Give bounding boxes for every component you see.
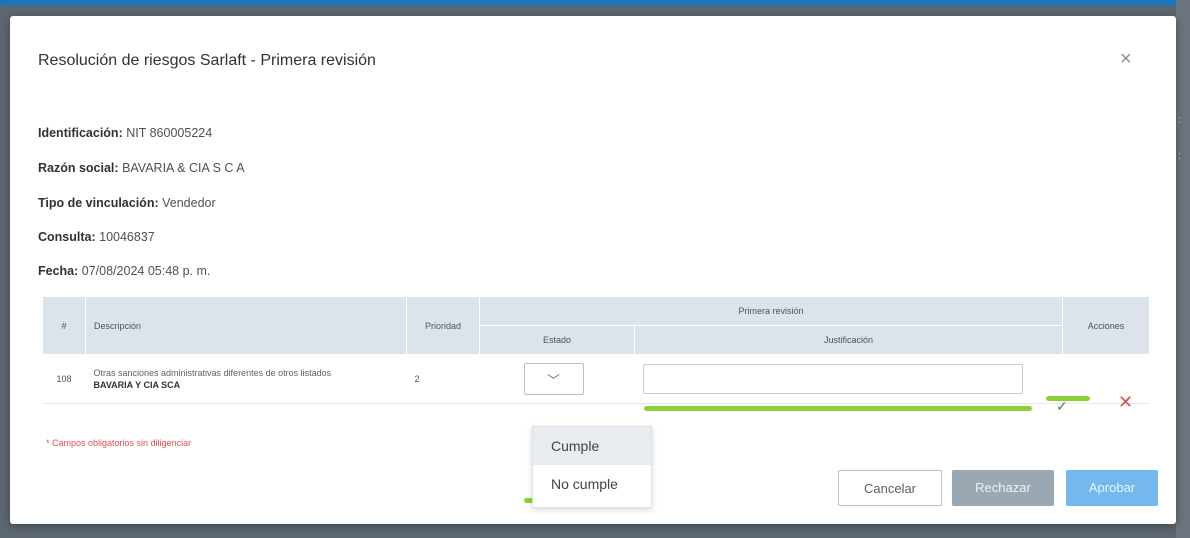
required-fields-note: * Campos obligatorios sin diligenciar — [46, 438, 192, 448]
info-label: Razón social: — [38, 161, 119, 175]
highlight-underline — [1046, 396, 1090, 401]
row-descripcion: Otras sanciones administrativas diferent… — [85, 354, 407, 404]
col-header-prioridad: Prioridad — [406, 296, 480, 355]
col-header-justificacion: Justificación — [634, 325, 1063, 355]
info-label: Fecha: — [38, 264, 79, 278]
col-header-estado: Estado — [479, 325, 635, 355]
window-top-border — [0, 0, 1190, 6]
row-num: 108 — [42, 354, 86, 404]
background-fragment: : — [1178, 150, 1182, 162]
background-page-edge: : : — [1176, 0, 1190, 538]
col-header-descripcion: Descripción — [85, 296, 407, 355]
background-fragment: : — [1178, 114, 1182, 126]
modal-title: Resolución de riesgos Sarlaft - Primera … — [38, 52, 376, 69]
dropdown-option-cumple[interactable]: Cumple — [533, 427, 651, 465]
info-razon-social: Razón social: BAVARIA & CIA S C A — [38, 161, 245, 175]
info-label: Identificación: — [38, 126, 123, 140]
check-icon[interactable]: ✓ — [1056, 398, 1068, 415]
chevron-down-icon: ﹀ — [546, 372, 560, 388]
row-descripcion-text: Otras sanciones administrativas diferent… — [93, 368, 332, 378]
info-label: Tipo de vinculación: — [38, 196, 159, 210]
col-header-num: # — [42, 296, 86, 355]
highlight-underline — [644, 406, 1032, 411]
info-identificacion: Identificación: NIT 860005224 — [38, 126, 212, 140]
table-row: 108 Otras sanciones administrativas dife… — [42, 354, 1150, 404]
info-value: BAVARIA & CIA S C A — [122, 161, 245, 175]
col-header-primera-revision: Primera revisión — [479, 296, 1063, 326]
justificacion-input[interactable] — [642, 364, 1023, 394]
info-fecha: Fecha: 07/08/2024 05:48 p. m. — [38, 264, 210, 278]
dropdown-option-no-cumple[interactable]: No cumple — [533, 465, 651, 503]
row-justificacion-cell — [634, 354, 1063, 404]
info-value: NIT 860005224 — [126, 126, 213, 140]
row-descripcion-sub: BAVARIA Y CIA SCA — [93, 380, 181, 390]
row-prioridad: 2 — [406, 354, 480, 404]
info-value: 07/08/2024 05:48 p. m. — [81, 264, 211, 278]
row-estado-cell: ﹀ — [479, 354, 635, 404]
delete-icon[interactable]: ✕ — [1118, 392, 1133, 413]
info-label: Consulta: — [38, 230, 96, 244]
info-tipo-vinculacion: Tipo de vinculación: Vendedor — [38, 196, 216, 210]
info-value: 10046837 — [99, 230, 155, 244]
risk-resolution-modal: Resolución de riesgos Sarlaft - Primera … — [10, 16, 1176, 524]
approve-button[interactable]: Aprobar — [1066, 470, 1158, 506]
estado-select[interactable]: ﹀ — [523, 363, 584, 395]
estado-dropdown-menu: Cumple No cumple — [532, 426, 652, 508]
cancel-button[interactable]: Cancelar — [838, 470, 942, 506]
risks-table: # Descripción Prioridad Primera revisión… — [42, 296, 1150, 404]
reject-button[interactable]: Rechazar — [952, 470, 1054, 506]
info-value: Vendedor — [162, 196, 216, 210]
col-header-acciones: Acciones — [1062, 296, 1150, 355]
close-icon[interactable]: × — [1120, 48, 1132, 71]
info-consulta: Consulta: 10046837 — [38, 230, 155, 244]
